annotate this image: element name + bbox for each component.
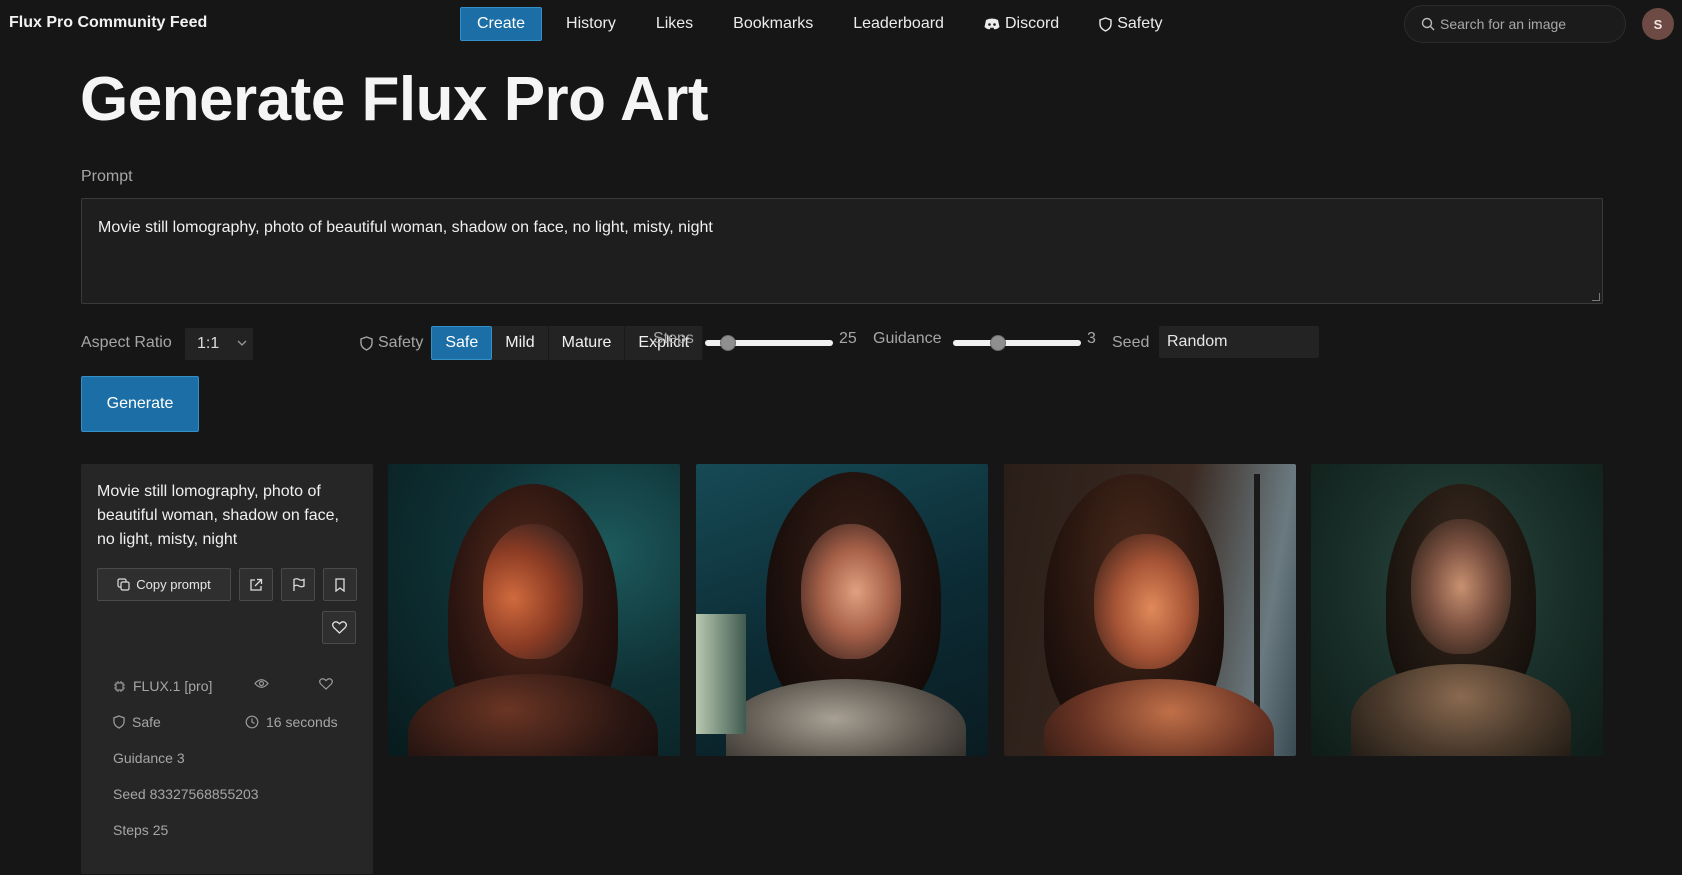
prompt-text: Movie still lomography, photo of beautif… (98, 219, 713, 236)
guidance-slider-thumb[interactable] (990, 335, 1006, 351)
shield-icon (360, 335, 373, 351)
nav-leaderboard[interactable]: Leaderboard (833, 7, 964, 41)
shield-icon (1099, 16, 1112, 32)
safety-selector: Safety Safe Mild Mature Explicit (360, 326, 704, 360)
nav-discord[interactable]: Discord (964, 7, 1079, 41)
nav-links: Create History Likes Bookmarks Leaderboa… (460, 7, 1183, 41)
bookmark-button[interactable] (323, 568, 357, 601)
cpu-icon (114, 680, 125, 692)
search-icon (1421, 17, 1435, 31)
model-info: FLUX.1 [pro] (113, 678, 212, 694)
report-button[interactable] (281, 568, 315, 601)
nav-create[interactable]: Create (460, 7, 543, 41)
nav-likes-label: Likes (655, 15, 694, 32)
steps-slider-thumb[interactable] (720, 335, 736, 351)
seed-input[interactable]: Random (1159, 326, 1319, 358)
nav-history-label: History (566, 15, 616, 32)
safety-value: Safe (132, 714, 161, 730)
top-nav: Flux Pro Community Feed Create History L… (0, 0, 1682, 48)
nav-bookmarks[interactable]: Bookmarks (713, 7, 833, 41)
nav-safety[interactable]: Safety (1079, 7, 1182, 41)
steps-label: Steps (653, 330, 694, 347)
duration-value: 16 seconds (266, 714, 338, 730)
safety-info: Safe (113, 714, 161, 730)
nav-create-label: Create (477, 15, 526, 32)
nav-bookmarks-label: Bookmarks (733, 15, 814, 32)
search-placeholder: Search for an image (1440, 16, 1567, 32)
search-input[interactable]: Search for an image (1404, 5, 1626, 43)
aspect-ratio-label: Aspect Ratio (81, 334, 172, 351)
result-info-card: Movie still lomography, photo of beautif… (81, 464, 373, 874)
safety-option-safe[interactable]: Safe (431, 326, 493, 360)
prompt-label: Prompt (81, 168, 133, 185)
model-name: FLUX.1 [pro] (133, 678, 213, 694)
steps-value: 25 (839, 330, 857, 347)
like-button[interactable] (322, 611, 356, 644)
likes-indicator (319, 678, 340, 690)
generate-button[interactable]: Generate (81, 376, 199, 432)
copy-prompt-button[interactable]: Copy prompt (97, 568, 231, 601)
steps-info: Steps 25 (113, 822, 169, 838)
copy-prompt-label: Copy prompt (136, 577, 211, 592)
bookmark-icon (335, 577, 345, 592)
nav-discord-label: Discord (1004, 15, 1060, 32)
avatar[interactable]: S (1642, 8, 1674, 40)
nav-leaderboard-label: Leaderboard (853, 15, 944, 32)
generation-controls: Aspect Ratio 1:1 Safety Safe Mild Mature… (81, 326, 1601, 362)
heart-icon (319, 678, 333, 690)
seed-info: Seed 83327568855203 (113, 786, 259, 802)
guidance-slider[interactable] (953, 335, 1081, 351)
external-link-icon (250, 578, 263, 591)
safety-label: Safety (360, 334, 423, 352)
brand-title[interactable]: Flux Pro Community Feed (9, 14, 207, 32)
chevron-down-icon (237, 340, 247, 346)
safety-option-mild[interactable]: Mild (492, 326, 549, 360)
nav-safety-label: Safety (1117, 15, 1163, 32)
page-title: Generate Flux Pro Art (80, 65, 709, 134)
generated-image-4[interactable] (1311, 464, 1603, 756)
nav-likes[interactable]: Likes (636, 7, 713, 41)
heart-icon (331, 621, 347, 634)
views-indicator (254, 678, 276, 689)
seed-label: Seed (1112, 334, 1150, 351)
aspect-ratio-value: 1:1 (197, 335, 220, 352)
safety-label-text: Safety (378, 334, 424, 351)
flag-icon (292, 577, 305, 591)
result-actions: Copy prompt (97, 568, 365, 601)
guidance-info: Guidance 3 (113, 750, 185, 766)
shield-icon (113, 715, 125, 729)
result-prompt: Movie still lomography, photo of beautif… (97, 483, 339, 548)
aspect-ratio-select[interactable]: 1:1 (185, 328, 253, 360)
resize-handle-icon[interactable] (1592, 293, 1600, 301)
safety-option-mature[interactable]: Mature (549, 326, 626, 360)
guidance-label: Guidance (873, 330, 942, 347)
copy-icon (117, 578, 130, 591)
eye-icon (254, 679, 269, 688)
generated-image-3[interactable] (1004, 464, 1296, 756)
guidance-value: 3 (1087, 330, 1096, 347)
generated-image-2[interactable] (696, 464, 988, 756)
discord-icon (984, 18, 1000, 30)
steps-slider[interactable] (705, 335, 833, 351)
open-external-button[interactable] (239, 568, 273, 601)
nav-history[interactable]: History (546, 7, 636, 41)
prompt-textarea[interactable]: Movie still lomography, photo of beautif… (81, 198, 1603, 304)
generated-image-1[interactable] (388, 464, 680, 756)
clock-icon (245, 715, 259, 729)
duration-info: 16 seconds (245, 714, 338, 730)
